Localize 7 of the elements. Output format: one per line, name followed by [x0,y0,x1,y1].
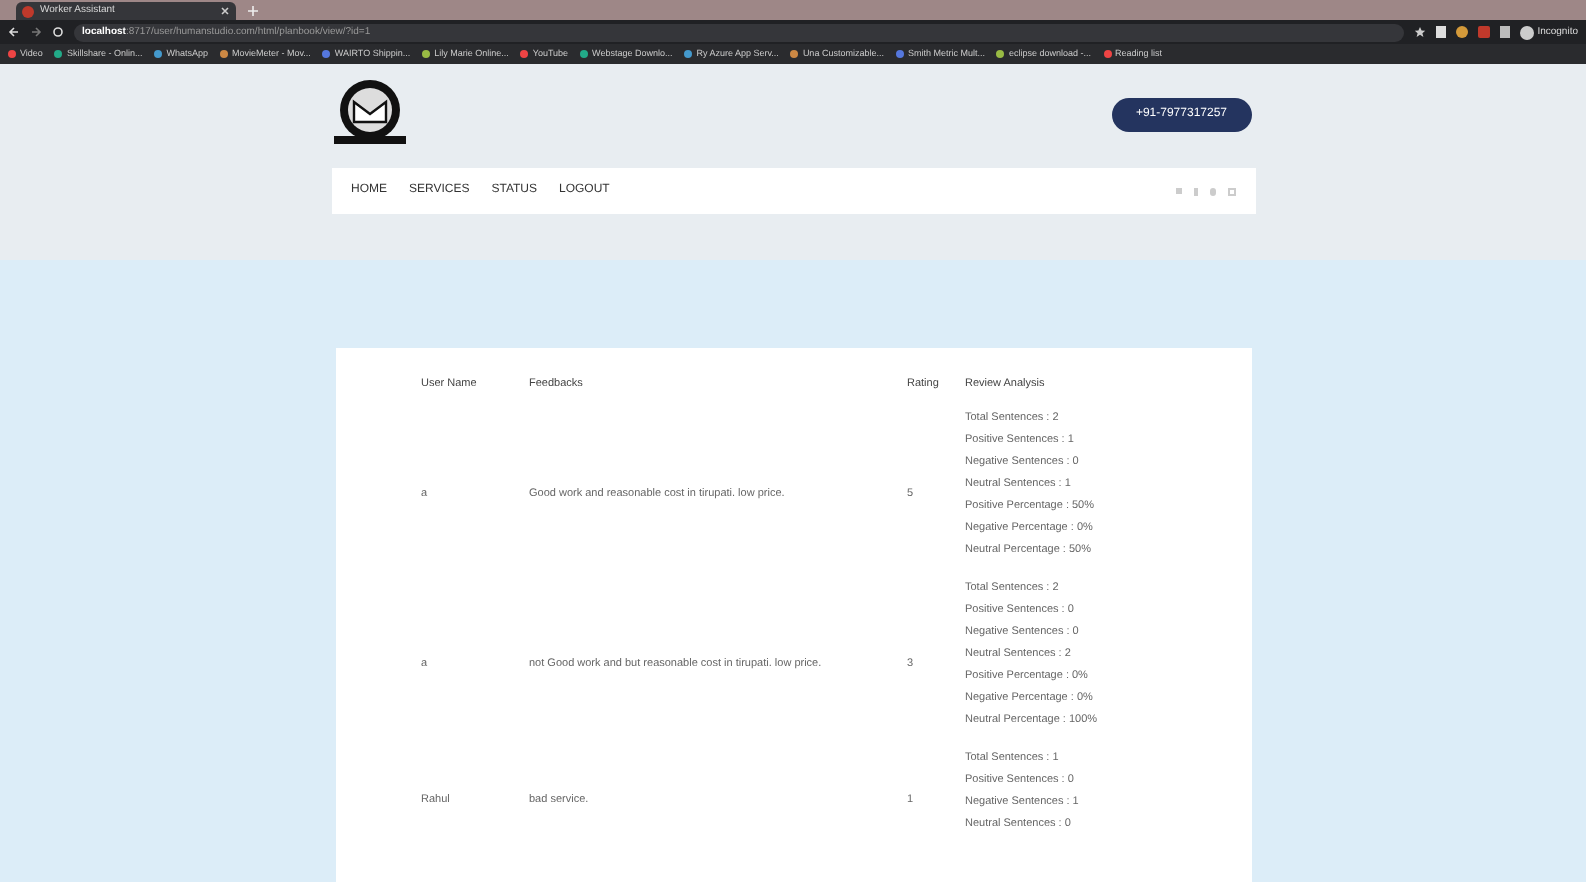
forward-icon[interactable] [30,26,42,38]
star-icon[interactable] [1413,26,1426,38]
new-tab-icon[interactable] [248,6,258,16]
favicon-icon [22,5,34,17]
close-icon[interactable] [220,6,230,16]
back-icon[interactable] [8,26,20,38]
reload-icon[interactable] [52,26,64,38]
